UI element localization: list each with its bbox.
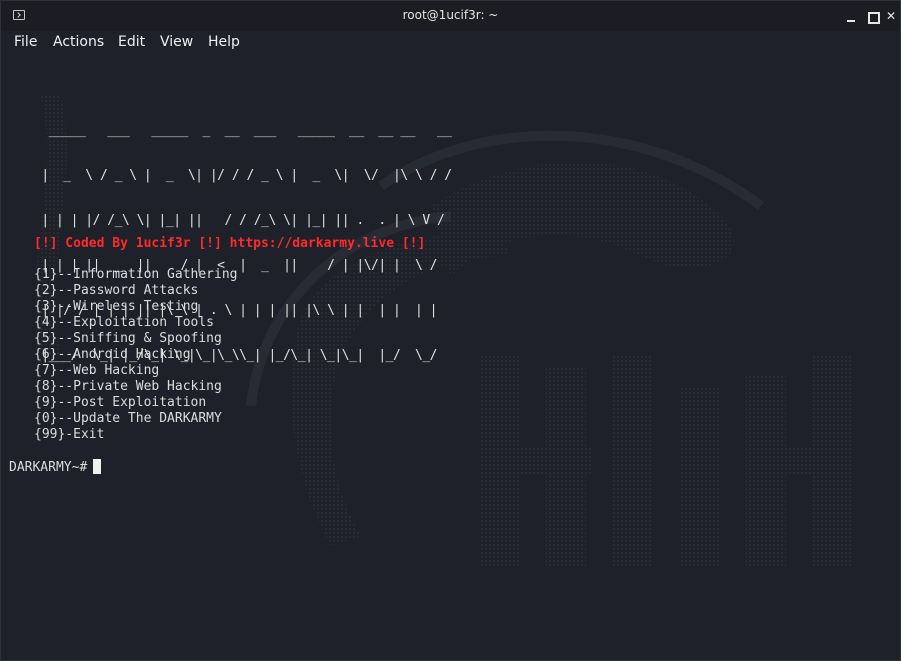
option-web-hacking: {7}--Web Hacking xyxy=(34,363,160,378)
tool-menu: {1}--Information Gathering {2}--Password… xyxy=(34,267,238,443)
menu-actions[interactable]: Actions xyxy=(53,34,104,50)
option-android-hacking: {6}--Android Hacking xyxy=(34,347,191,362)
prompt-text: DARKARMY~# xyxy=(9,460,88,475)
banner-line: | | | |/ /_\ \| |_| || / / /_\ \| |_| ||… xyxy=(34,213,452,228)
menu-file[interactable]: File xyxy=(14,34,37,50)
terminal-window: root@1ucif3r: ~ ✕ File Actions Edit View… xyxy=(0,0,901,661)
title-bar[interactable]: root@1ucif3r: ~ ✕ xyxy=(1,1,900,31)
window-title: root@1ucif3r: ~ xyxy=(402,8,499,22)
menu-edit[interactable]: Edit xyxy=(118,34,145,50)
menu-bar: File Actions Edit View Help xyxy=(1,31,900,56)
command-prompt[interactable]: DARKARMY~# xyxy=(9,459,102,476)
text-cursor xyxy=(93,459,102,474)
option-wireless-testing: {3}--Wireless Testing xyxy=(34,299,199,314)
option-private-web-hacking: {8}--Private Web Hacking xyxy=(34,379,222,394)
option-post-exploitation: {9}--Post Exploitation xyxy=(34,395,207,410)
minimize-icon[interactable] xyxy=(844,9,858,23)
banner-line: _____ ___ _____ _ __ ___ _____ __ __ __ … xyxy=(34,123,452,138)
menu-help[interactable]: Help xyxy=(208,34,240,50)
close-icon[interactable]: ✕ xyxy=(884,9,898,23)
terminal-output[interactable]: _____ ___ _____ _ __ ___ _____ __ __ __ … xyxy=(1,56,900,660)
menu-view[interactable]: View xyxy=(160,34,193,50)
option-password-attacks: {2}--Password Attacks xyxy=(34,283,199,298)
option-exploitation-tools: {4}--Exploitation Tools xyxy=(34,315,215,330)
banner-line: | _ \ / _ \ | _ \| |/ / / _ \ | _ \| \/ … xyxy=(34,168,452,183)
coded-by-line: [!] Coded By 1ucif3r [!] https://darkarm… xyxy=(34,236,426,251)
option-sniffing-spoofing: {5}--Sniffing & Spoofing xyxy=(34,331,222,346)
option-update: {0}--Update The DARKARMY xyxy=(34,411,222,426)
option-information-gathering: {1}--Information Gathering xyxy=(34,267,238,282)
maximize-icon[interactable] xyxy=(865,9,880,24)
option-exit: {99}-Exit xyxy=(34,427,105,442)
